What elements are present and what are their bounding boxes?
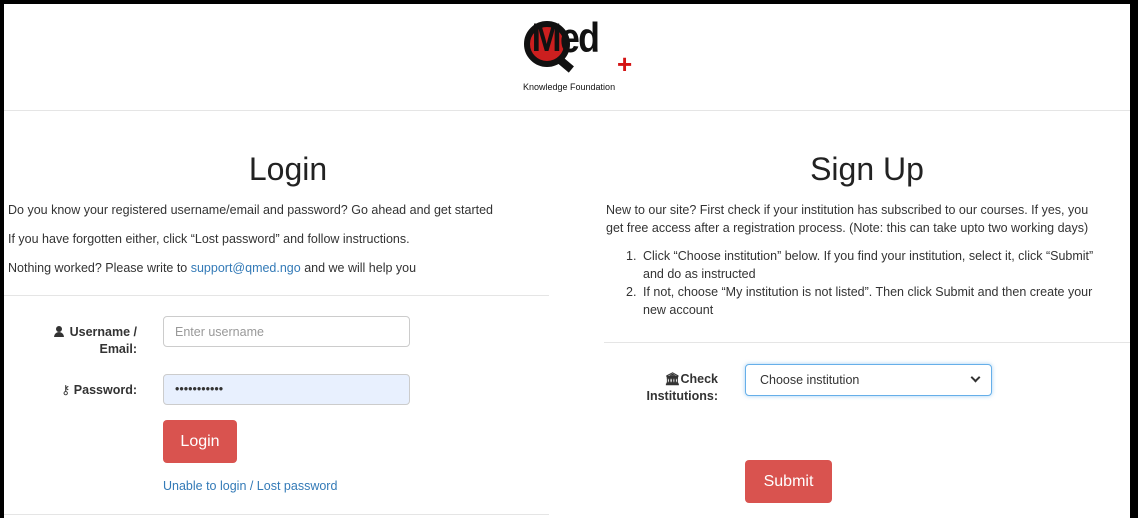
key-icon: ⚷ (61, 383, 71, 397)
signup-panel: Sign Up New to our site? First check if … (604, 111, 1130, 518)
user-icon (54, 326, 65, 337)
submit-button[interactable]: Submit (745, 460, 832, 503)
bank-icon: 🏛 (664, 372, 681, 386)
signup-divider (604, 342, 1130, 343)
username-input[interactable] (163, 316, 410, 347)
login-title: Login (248, 151, 328, 187)
signup-title: Sign Up (810, 151, 924, 187)
lost-password-link[interactable]: Unable to login / Lost password (163, 479, 337, 493)
login-bottom-divider (4, 514, 549, 515)
login-divider (4, 295, 549, 296)
login-intro-line-1: Do you know your registered username/ema… (8, 203, 494, 217)
chevron-down-icon (970, 372, 981, 383)
check-institutions-label: 🏛Check Institutions: (646, 372, 718, 403)
login-button[interactable]: Login (163, 420, 237, 463)
login-intro-line-3: Nothing worked? Please write to support@… (8, 261, 417, 275)
password-label: ⚷ Password: (61, 383, 137, 397)
password-input[interactable]: ••••••••••• (163, 374, 410, 405)
site-header: M ed + Knowledge Foundation (4, 4, 1130, 111)
institution-select[interactable]: Choose institution (745, 364, 992, 396)
qmed-logo[interactable]: M ed + Knowledge Foundation (514, 14, 644, 96)
signup-intro-line-1: New to our site? First check if your ins… (606, 203, 1089, 217)
support-email-link[interactable]: support@qmed.ngo (191, 261, 301, 275)
login-panel: Login Do you know your registered userna… (4, 111, 549, 518)
login-intro-line-2: If you have forgotten either, click “Los… (8, 232, 410, 246)
signup-steps: 1. Click “Choose institution” below. If … (626, 247, 1093, 319)
logo-m-letter: M (531, 16, 562, 60)
logo-ed-letters: ed (560, 14, 600, 61)
username-label: Username / Email: (24, 324, 137, 358)
signup-step: 1. Click “Choose institution” below. If … (626, 249, 1094, 281)
signup-step: 2. If not, choose “My institution is not… (626, 285, 1093, 317)
logo-subtitle: Knowledge Foundation (523, 82, 616, 92)
page-frame: M ed + Knowledge Foundation Login Do you… (4, 4, 1130, 518)
signup-intro-line-2: get free access after a registration pro… (606, 221, 1089, 235)
logo-plus-icon: + (617, 49, 633, 79)
